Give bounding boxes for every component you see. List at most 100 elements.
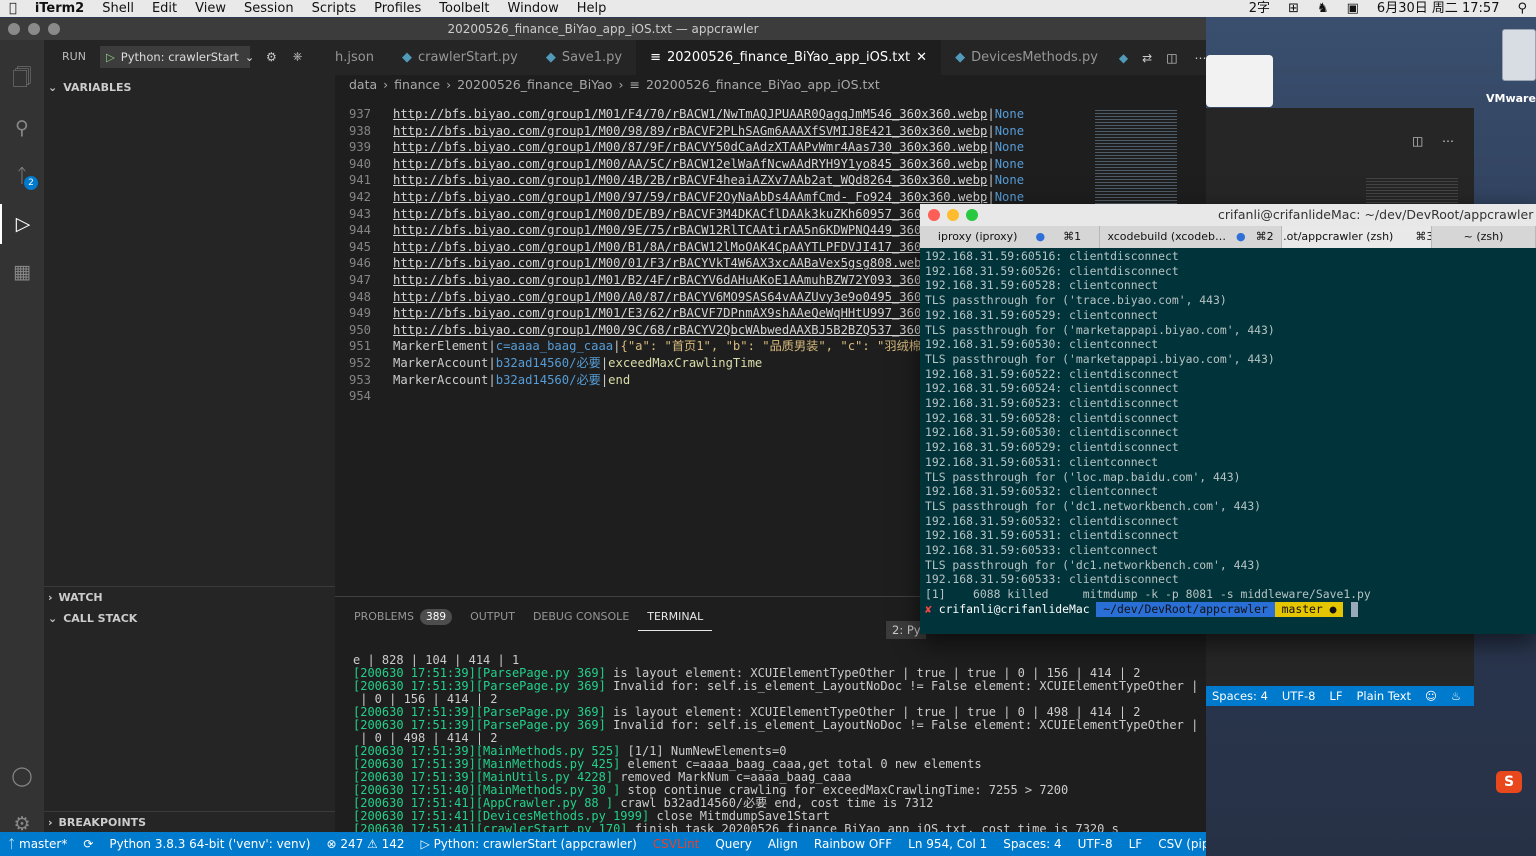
url-link[interactable]: http://bfs.biyao.com/group1/M00/4B/2B/rB… xyxy=(393,173,987,187)
tab-save1-py[interactable]: ◆ Save1.py xyxy=(532,40,636,75)
watch-section-header[interactable]: › WATCH xyxy=(48,587,103,607)
url-link[interactable]: http://bfs.biyao.com/group1/M00/98/89/rB… xyxy=(393,124,987,138)
close-window-button[interactable] xyxy=(8,23,20,35)
breadcrumb-item[interactable]: 20200526_finance_BiYao_app_iOS.txt xyxy=(646,75,880,95)
menu-window[interactable]: Window xyxy=(499,0,568,17)
url-link[interactable]: http://bfs.biyao.com/group1/M00/87/9F/rB… xyxy=(393,140,987,154)
query-status[interactable]: Query xyxy=(707,832,759,856)
menu-edit[interactable]: Edit xyxy=(143,0,186,17)
menu-session[interactable]: Session xyxy=(235,0,303,17)
feedback-icon[interactable]: ☺ xyxy=(1425,689,1437,703)
sogou-icon[interactable]: S xyxy=(1496,771,1522,793)
explorer-icon[interactable]: 🗍 xyxy=(0,60,44,100)
breadcrumb-item[interactable]: finance xyxy=(394,75,440,95)
url-link[interactable]: http://bfs.biyao.com/group1/M00/B1/8A/rB… xyxy=(393,240,973,254)
minimize-window-button[interactable] xyxy=(947,209,959,221)
debug-console-icon[interactable]: ⎈ xyxy=(293,49,303,64)
compare-changes-icon[interactable]: ⇄ xyxy=(1135,51,1159,65)
s-status-icon[interactable]: ▣ xyxy=(1338,0,1368,17)
zoom-window-button[interactable] xyxy=(966,209,978,221)
iterm-tab-home[interactable]: ~ (zsh) xyxy=(1432,226,1536,248)
menubar-clock[interactable]: 6月30日 周二 17:57 xyxy=(1368,0,1509,17)
bg-status-language[interactable]: Plain Text xyxy=(1356,689,1411,703)
more-actions-icon[interactable]: ⋯ xyxy=(1185,51,1206,65)
url-link[interactable]: http://bfs.biyao.com/group1/M00/01/F3/rB… xyxy=(393,256,929,270)
url-link[interactable]: http://bfs.biyao.com/group1/M01/E3/62/rB… xyxy=(393,306,973,320)
language-mode-status[interactable]: CSV (pipe) xyxy=(1150,832,1206,856)
problems-status[interactable]: ⊗ 247 ⚠ 142 xyxy=(318,832,412,856)
iterm-tab-xcodebuild[interactable]: xcodebuild (xcodeb… ● ⌘2 xyxy=(1100,226,1282,248)
input-method-indicator[interactable]: 2字 xyxy=(1240,0,1279,17)
launch-config-select[interactable]: ▷ Python: crawlerStart ⌄ xyxy=(99,45,254,68)
align-status[interactable]: Align xyxy=(760,832,806,856)
python-run-icon[interactable]: ◆ xyxy=(1112,51,1135,65)
app-menu[interactable]: iTerm2 xyxy=(26,0,93,17)
tab-terminal[interactable]: TERMINAL xyxy=(638,603,713,631)
close-tab-icon[interactable]: ✕ xyxy=(916,40,927,75)
url-link[interactable]: http://bfs.biyao.com/group1/M01/B2/4F/rB… xyxy=(393,273,973,287)
url-link[interactable]: http://bfs.biyao.com/group1/M00/9E/75/rB… xyxy=(393,223,973,237)
spotlight-search-icon[interactable]: ⚲ xyxy=(1508,0,1536,17)
accounts-icon[interactable]: ◯ xyxy=(0,756,44,796)
url-link[interactable]: http://bfs.biyao.com/group1/M01/F4/70/rB… xyxy=(393,107,987,121)
bg-status-spaces[interactable]: Spaces: 4 xyxy=(1212,689,1268,703)
tab-biyao-txt[interactable]: ≡ 20200526_finance_BiYao_app_iOS.txt ✕ xyxy=(636,40,942,75)
csvlint-status[interactable]: CSVLint xyxy=(645,832,708,856)
breadcrumb-item[interactable]: data xyxy=(349,75,377,95)
iterm-tab-appcrawler[interactable]: ..ot/appcrawler (zsh) ⌘3 xyxy=(1282,226,1432,248)
bell-icon[interactable]: ♨ xyxy=(1451,689,1461,703)
search-icon[interactable]: ⚲ xyxy=(0,108,44,148)
call-stack-section-header[interactable]: ⌄ CALL STACK xyxy=(48,608,137,628)
bg-status-encoding[interactable]: UTF-8 xyxy=(1282,689,1316,703)
iterm-output[interactable]: 192.168.31.59:60516: clientdisconnect 192… xyxy=(925,249,1531,619)
terminal-cursor[interactable] xyxy=(1351,601,1359,617)
run-debug-icon[interactable]: ▷ xyxy=(0,204,44,244)
tab-crawlerstart-py[interactable]: ◆ crawlerStart.py xyxy=(388,40,532,75)
grid-status-icon[interactable]: ⊞ xyxy=(1279,0,1308,17)
bg-status-eol[interactable]: LF xyxy=(1329,689,1342,703)
split-editor-icon[interactable]: ◫ xyxy=(1412,134,1423,148)
url-link[interactable]: http://bfs.biyao.com/group1/M00/97/59/rB… xyxy=(393,190,987,204)
debug-run-status[interactable]: ▷ Python: crawlerStart (appcrawler) xyxy=(413,832,645,856)
url-link[interactable]: http://bfs.biyao.com/group1/M00/AA/5C/rB… xyxy=(393,157,987,171)
url-link[interactable]: http://bfs.biyao.com/group1/M00/A0/87/rB… xyxy=(393,290,973,304)
breakpoints-section-header[interactable]: › BREAKPOINTS xyxy=(48,812,146,832)
minimize-window-button[interactable] xyxy=(28,23,40,35)
close-window-button[interactable] xyxy=(928,209,940,221)
menu-shell[interactable]: Shell xyxy=(93,0,143,17)
tab-devicesmethods-py[interactable]: ◆ DevicesMethods.py xyxy=(941,40,1112,75)
menu-view[interactable]: View xyxy=(186,0,235,17)
source-control-icon[interactable]: ᛏ 2 xyxy=(0,156,44,196)
launch-settings-gear-icon[interactable]: ⚙ xyxy=(266,50,277,64)
breadcrumb-item[interactable]: 20200526_finance_BiYao xyxy=(457,75,612,95)
python-interpreter-status[interactable]: Python 3.8.3 64-bit ('venv': venv) xyxy=(101,832,318,856)
tab-output[interactable]: OUTPUT xyxy=(461,603,524,631)
more-actions-icon[interactable]: ⋯ xyxy=(1442,134,1454,148)
iterm-tab-iproxy[interactable]: iproxy (iproxy) ● ⌘1 xyxy=(920,226,1100,248)
url-link[interactable]: http://bfs.biyao.com/group1/M00/DE/B9/rB… xyxy=(393,207,987,221)
split-editor-icon[interactable]: ◫ xyxy=(1159,51,1184,65)
git-branch-status[interactable]: ᛏ master* xyxy=(0,832,75,856)
tab-h-json[interactable]: h.json xyxy=(335,40,388,75)
tab-problems[interactable]: PROBLEMS 389 xyxy=(345,603,461,631)
menu-scripts[interactable]: Scripts xyxy=(303,0,365,17)
variables-section-header[interactable]: ⌄ VARIABLES xyxy=(48,76,131,98)
sync-icon[interactable]: ⟳ xyxy=(75,832,101,856)
zoom-window-button[interactable] xyxy=(48,23,60,35)
menu-help[interactable]: Help xyxy=(568,0,616,17)
url-link[interactable]: http://bfs.biyao.com/group1/M00/9C/68/rB… xyxy=(393,323,973,337)
horse-status-icon[interactable]: ♞ xyxy=(1308,0,1338,17)
cursor-position-status[interactable]: Ln 954, Col 1 xyxy=(900,832,995,856)
encoding-status[interactable]: UTF-8 xyxy=(1070,832,1121,856)
extensions-icon[interactable]: ▦ xyxy=(0,252,44,292)
indent-status[interactable]: Spaces: 4 xyxy=(995,832,1069,856)
tab-debug-console[interactable]: DEBUG CONSOLE xyxy=(524,603,638,631)
rainbow-status[interactable]: Rainbow OFF xyxy=(806,832,900,856)
menu-profiles[interactable]: Profiles xyxy=(365,0,430,17)
menu-toolbelt[interactable]: Toolbelt xyxy=(430,0,498,17)
eol-status[interactable]: LF xyxy=(1121,832,1151,856)
vmware-desktop-icon[interactable] xyxy=(1502,29,1536,81)
terminal-output[interactable]: e | 828 | 104 | 414 | 1 [200630 17:51:39]… xyxy=(353,654,1203,832)
start-debug-icon[interactable]: ▷ xyxy=(106,50,115,64)
apple-menu-icon[interactable]:  xyxy=(0,0,26,17)
